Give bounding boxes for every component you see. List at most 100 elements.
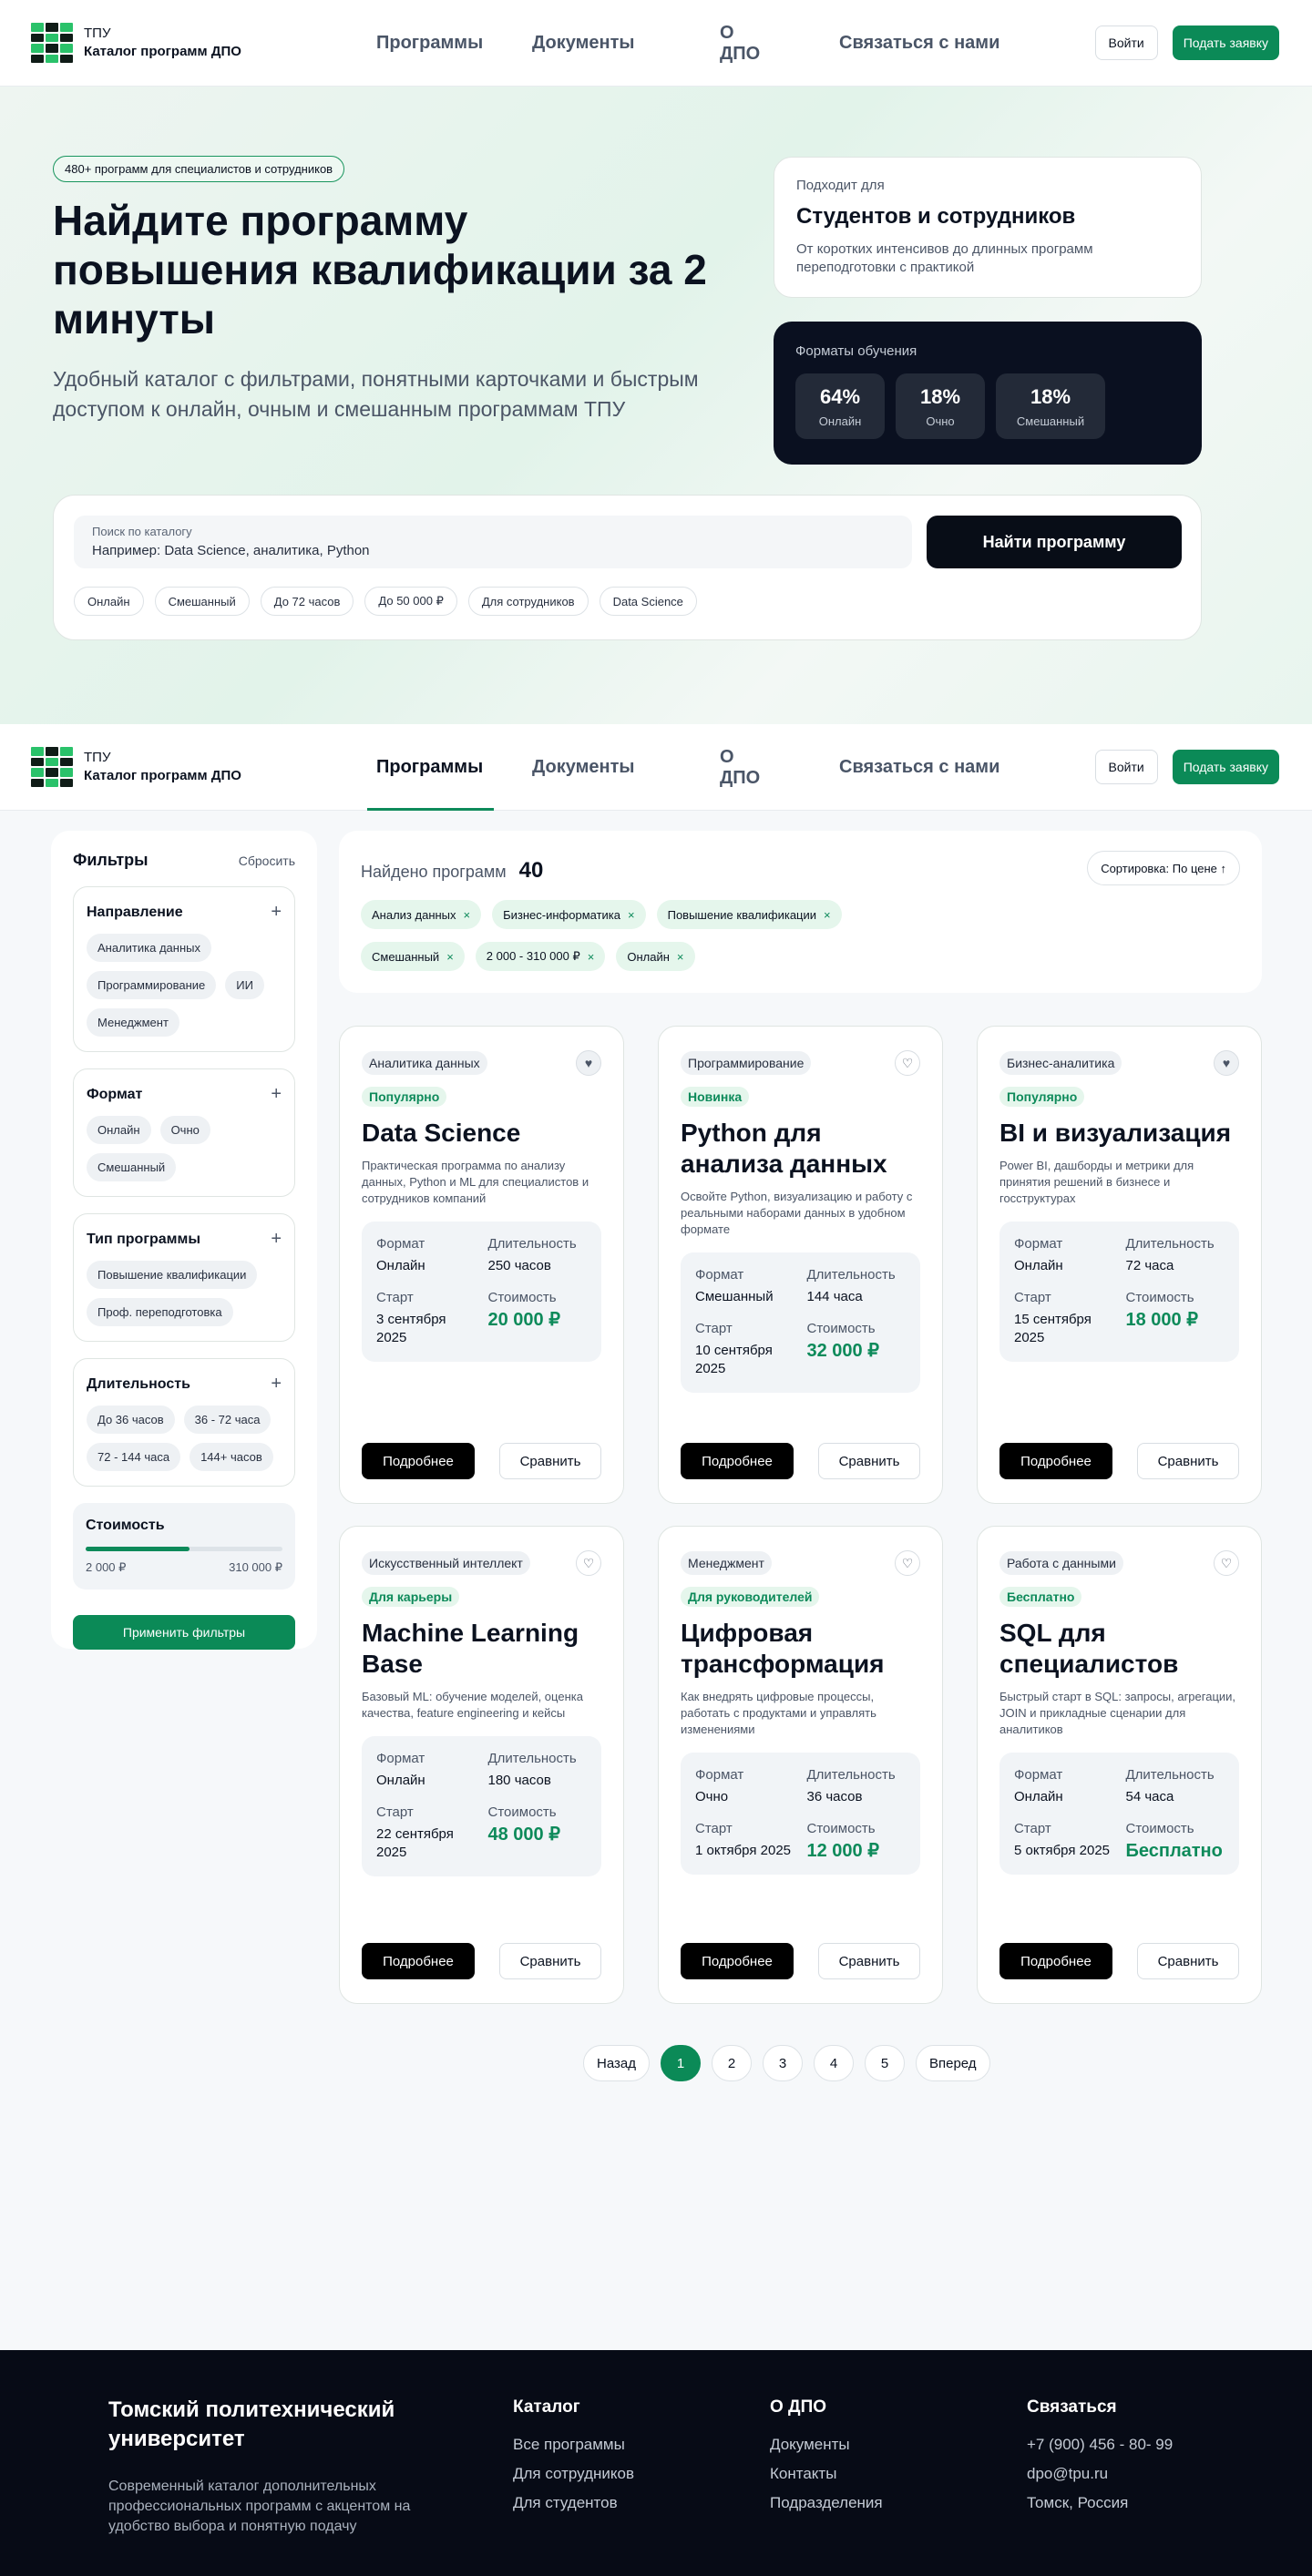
sort-button[interactable]: Сортировка: По цене ↑ <box>1087 851 1240 885</box>
close-icon[interactable]: × <box>628 908 635 922</box>
program-card[interactable]: Аналитика данных ♥ Популярно Data Science Пр… <box>339 1026 624 1504</box>
quick-chip[interactable]: Смешанный <box>154 587 250 616</box>
prev-page-button[interactable]: Назад <box>583 2045 650 2081</box>
details-button[interactable]: Подробнее <box>362 1443 475 1479</box>
active-filter-tag[interactable]: Повышение квалификации × <box>656 900 842 929</box>
plus-icon[interactable]: + <box>271 902 282 923</box>
plus-icon[interactable]: + <box>271 1374 282 1395</box>
card-title[interactable]: Цифровая трансформация <box>681 1618 920 1680</box>
footer-link[interactable]: Документы <box>770 2430 883 2459</box>
active-filter-tag[interactable]: Бизнес-информатика × <box>492 900 646 929</box>
filter-tag[interactable]: Аналитика данных <box>87 934 211 962</box>
page-button[interactable]: 5 <box>864 2045 905 2081</box>
nav-contact[interactable]: Связаться с нами <box>839 0 999 87</box>
close-icon[interactable]: × <box>588 950 595 964</box>
page-button[interactable]: 2 <box>711 2045 752 2081</box>
logo[interactable]: ТПУ Каталог программ ДПО <box>31 747 368 787</box>
quick-chip[interactable]: До 50 000 ₽ <box>364 587 457 616</box>
login-button[interactable]: Войти <box>1094 26 1158 60</box>
page-button[interactable]: 1 <box>660 2045 701 2081</box>
program-card[interactable]: Искусственный интеллект ♡ Для карьеры Machi… <box>339 1526 624 2004</box>
filter-tag[interactable]: 72 - 144 часа <box>87 1443 181 1471</box>
program-card[interactable]: Программирование ♡ Новинка Python для анали… <box>658 1026 943 1504</box>
heart-icon[interactable]: ♥ <box>576 1050 601 1076</box>
heart-icon[interactable]: ♡ <box>895 1550 920 1576</box>
apply-button[interactable]: Подать заявку <box>1172 750 1279 784</box>
filter-tag[interactable]: 36 - 72 часа <box>183 1406 272 1434</box>
nav-about[interactable]: О ДПО <box>720 0 760 87</box>
search-input[interactable]: Поиск по каталогу Например: Data Science… <box>74 516 912 568</box>
footer-link[interactable]: Для студентов <box>513 2489 634 2518</box>
apply-filters-button[interactable]: Применить фильтры <box>73 1615 295 1650</box>
login-button[interactable]: Войти <box>1094 750 1158 784</box>
cost-slider[interactable] <box>86 1547 282 1551</box>
filter-tag[interactable]: 144+ часов <box>190 1443 273 1471</box>
filter-tag[interactable]: Менеджмент <box>87 1008 179 1037</box>
compare-button[interactable]: Сравнить <box>1137 1443 1239 1479</box>
details-button[interactable]: Подробнее <box>681 1943 794 1979</box>
compare-button[interactable]: Сравнить <box>499 1443 601 1479</box>
details-button[interactable]: Подробнее <box>999 1943 1112 1979</box>
card-title[interactable]: SQL для специалистов <box>999 1618 1239 1680</box>
nav-contact[interactable]: Связаться с нами <box>839 724 999 811</box>
filter-tag[interactable]: Повышение квалификации <box>87 1261 258 1289</box>
footer-link[interactable]: Все программы <box>513 2430 634 2459</box>
compare-button[interactable]: Сравнить <box>818 1443 920 1479</box>
footer-link[interactable]: Подразделения <box>770 2489 883 2518</box>
find-program-button[interactable]: Найти программу <box>927 516 1182 568</box>
filter-tag[interactable]: Проф. переподготовка <box>87 1298 233 1326</box>
heart-icon[interactable]: ♡ <box>576 1550 601 1576</box>
nav-programs[interactable]: Программы <box>366 724 495 811</box>
nav-programs[interactable]: Программы <box>376 0 483 87</box>
quick-chip[interactable]: Для сотрудников <box>467 587 589 616</box>
nav-documents[interactable]: Документы <box>532 0 634 87</box>
filter-tag[interactable]: До 36 часов <box>87 1406 175 1434</box>
footer-email[interactable]: dpo@tpu.ru <box>1027 2459 1173 2489</box>
details-button[interactable]: Подробнее <box>999 1443 1112 1479</box>
program-card[interactable]: Бизнес-аналитика ♥ Популярно BI и визуализа… <box>977 1026 1262 1504</box>
details-button[interactable]: Подробнее <box>362 1943 475 1979</box>
next-page-button[interactable]: Вперед <box>915 2045 990 2081</box>
footer-link[interactable]: Для сотрудников <box>513 2459 634 2489</box>
filter-tag[interactable]: ИИ <box>225 971 264 999</box>
footer-phone[interactable]: +7 (900) 456 - 80- 99 <box>1027 2430 1173 2459</box>
plus-icon[interactable]: + <box>271 1229 282 1250</box>
logo[interactable]: ТПУ Каталог программ ДПО <box>31 23 368 63</box>
filter-tag[interactable]: Смешанный <box>87 1153 177 1181</box>
plus-icon[interactable]: + <box>271 1084 282 1105</box>
active-filter-tag[interactable]: Анализ данных × <box>361 900 482 929</box>
card-title[interactable]: BI и визуализация <box>999 1118 1239 1149</box>
nav-documents[interactable]: Документы <box>532 724 634 811</box>
details-button[interactable]: Подробнее <box>681 1443 794 1479</box>
heart-icon[interactable]: ♡ <box>1214 1550 1239 1576</box>
active-filter-tag[interactable]: Смешанный × <box>361 942 465 971</box>
close-icon[interactable]: × <box>677 950 684 964</box>
close-icon[interactable]: × <box>824 908 831 922</box>
page-button[interactable]: 3 <box>762 2045 803 2081</box>
close-icon[interactable]: × <box>446 950 454 964</box>
quick-chip[interactable]: До 72 часов <box>260 587 354 616</box>
program-card[interactable]: Менеджмент ♡ Для руководителей Цифровая тра… <box>658 1526 943 2004</box>
close-icon[interactable]: × <box>464 908 471 922</box>
active-filter-tag[interactable]: Онлайн × <box>616 942 695 971</box>
filter-tag[interactable]: Программирование <box>87 971 217 999</box>
program-card[interactable]: Работа с данными ♡ Бесплатно SQL для специа… <box>977 1526 1262 2004</box>
card-title[interactable]: Data Science <box>362 1118 601 1149</box>
filter-tag[interactable]: Онлайн <box>87 1116 151 1144</box>
reset-filters-link[interactable]: Сбросить <box>239 854 295 868</box>
quick-chip[interactable]: Data Science <box>599 587 697 616</box>
filter-tag[interactable]: Очно <box>159 1116 210 1144</box>
nav-about[interactable]: О ДПО <box>720 724 760 811</box>
page-button[interactable]: 4 <box>813 2045 854 2081</box>
active-filter-tag[interactable]: 2 000 - 310 000 ₽ × <box>475 942 606 971</box>
footer-link[interactable]: Контакты <box>770 2459 883 2489</box>
heart-icon[interactable]: ♡ <box>895 1050 920 1076</box>
heart-icon[interactable]: ♥ <box>1214 1050 1239 1076</box>
compare-button[interactable]: Сравнить <box>1137 1943 1239 1979</box>
compare-button[interactable]: Сравнить <box>818 1943 920 1979</box>
quick-chip[interactable]: Онлайн <box>74 587 144 616</box>
card-title[interactable]: Python для анализа данных <box>681 1118 920 1180</box>
compare-button[interactable]: Сравнить <box>499 1943 601 1979</box>
apply-button[interactable]: Подать заявку <box>1172 26 1279 60</box>
card-title[interactable]: Machine Learning Base <box>362 1618 601 1680</box>
